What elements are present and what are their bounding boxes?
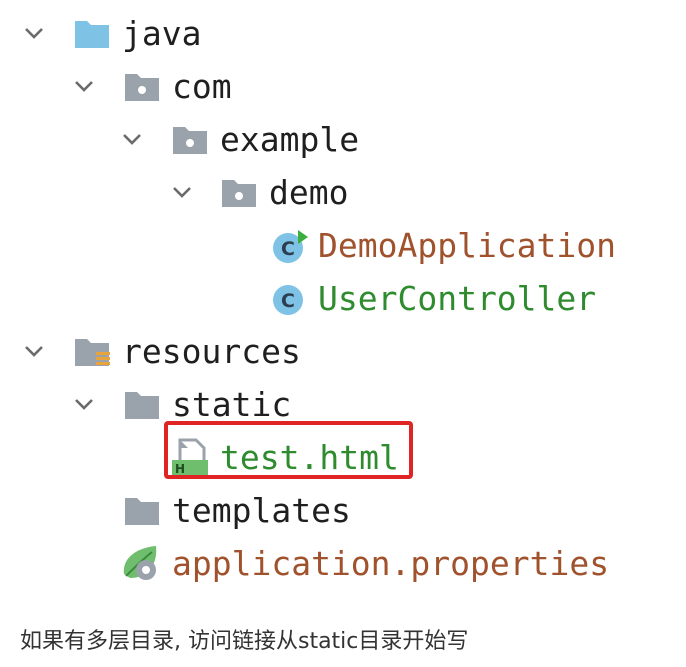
tree-label-templates: templates (172, 491, 351, 530)
tree-label-demo-application: DemoApplication (318, 226, 617, 265)
folder-icon (125, 392, 159, 419)
tree-node-user-controller[interactable]: C UserController (0, 273, 686, 323)
class-icon: C (273, 285, 303, 315)
package-folder-icon (173, 127, 207, 154)
spring-properties-icon (123, 546, 157, 580)
tree-label-static: static (172, 385, 292, 424)
tree-node-templates[interactable]: templates (0, 485, 686, 535)
tree-node-demo-application[interactable]: C DemoApplication (0, 220, 686, 270)
tree-label-example: example (220, 120, 360, 159)
tree-node-resources[interactable]: resources (0, 326, 686, 376)
source-folder-icon (75, 21, 109, 48)
tree-node-java[interactable]: java (0, 8, 686, 58)
highlight-box (164, 421, 413, 479)
chevron-down-icon[interactable] (72, 392, 96, 416)
tree-label-resources: resources (122, 332, 301, 371)
tree-node-com[interactable]: com (0, 61, 686, 111)
package-folder-icon (125, 74, 159, 101)
tree-label-user-controller: UserController (318, 279, 597, 318)
chevron-down-icon[interactable] (120, 127, 144, 151)
class-badge-letter: C (281, 238, 295, 260)
folder-icon (125, 498, 159, 525)
tree-label-demo: demo (269, 173, 349, 212)
package-folder-icon (222, 180, 256, 207)
tree-node-example[interactable]: example (0, 114, 686, 164)
spring-boot-class-icon: C (273, 230, 308, 263)
tree-label-java: java (122, 14, 202, 53)
chevron-down-icon[interactable] (22, 21, 46, 45)
tree-label-application-properties: application.properties (172, 544, 610, 583)
chevron-down-icon[interactable] (72, 74, 96, 98)
caption-text: 如果有多层目录, 访问链接从static目录开始写 (20, 629, 469, 654)
chevron-down-icon[interactable] (170, 180, 194, 204)
tree-node-demo[interactable]: demo (0, 167, 686, 217)
chevron-down-icon[interactable] (22, 339, 46, 363)
resources-folder-icon (75, 339, 110, 366)
tree-label-com: com (172, 67, 232, 106)
tree-node-application-properties[interactable]: application.properties (0, 538, 686, 588)
class-badge-letter: C (281, 290, 295, 312)
